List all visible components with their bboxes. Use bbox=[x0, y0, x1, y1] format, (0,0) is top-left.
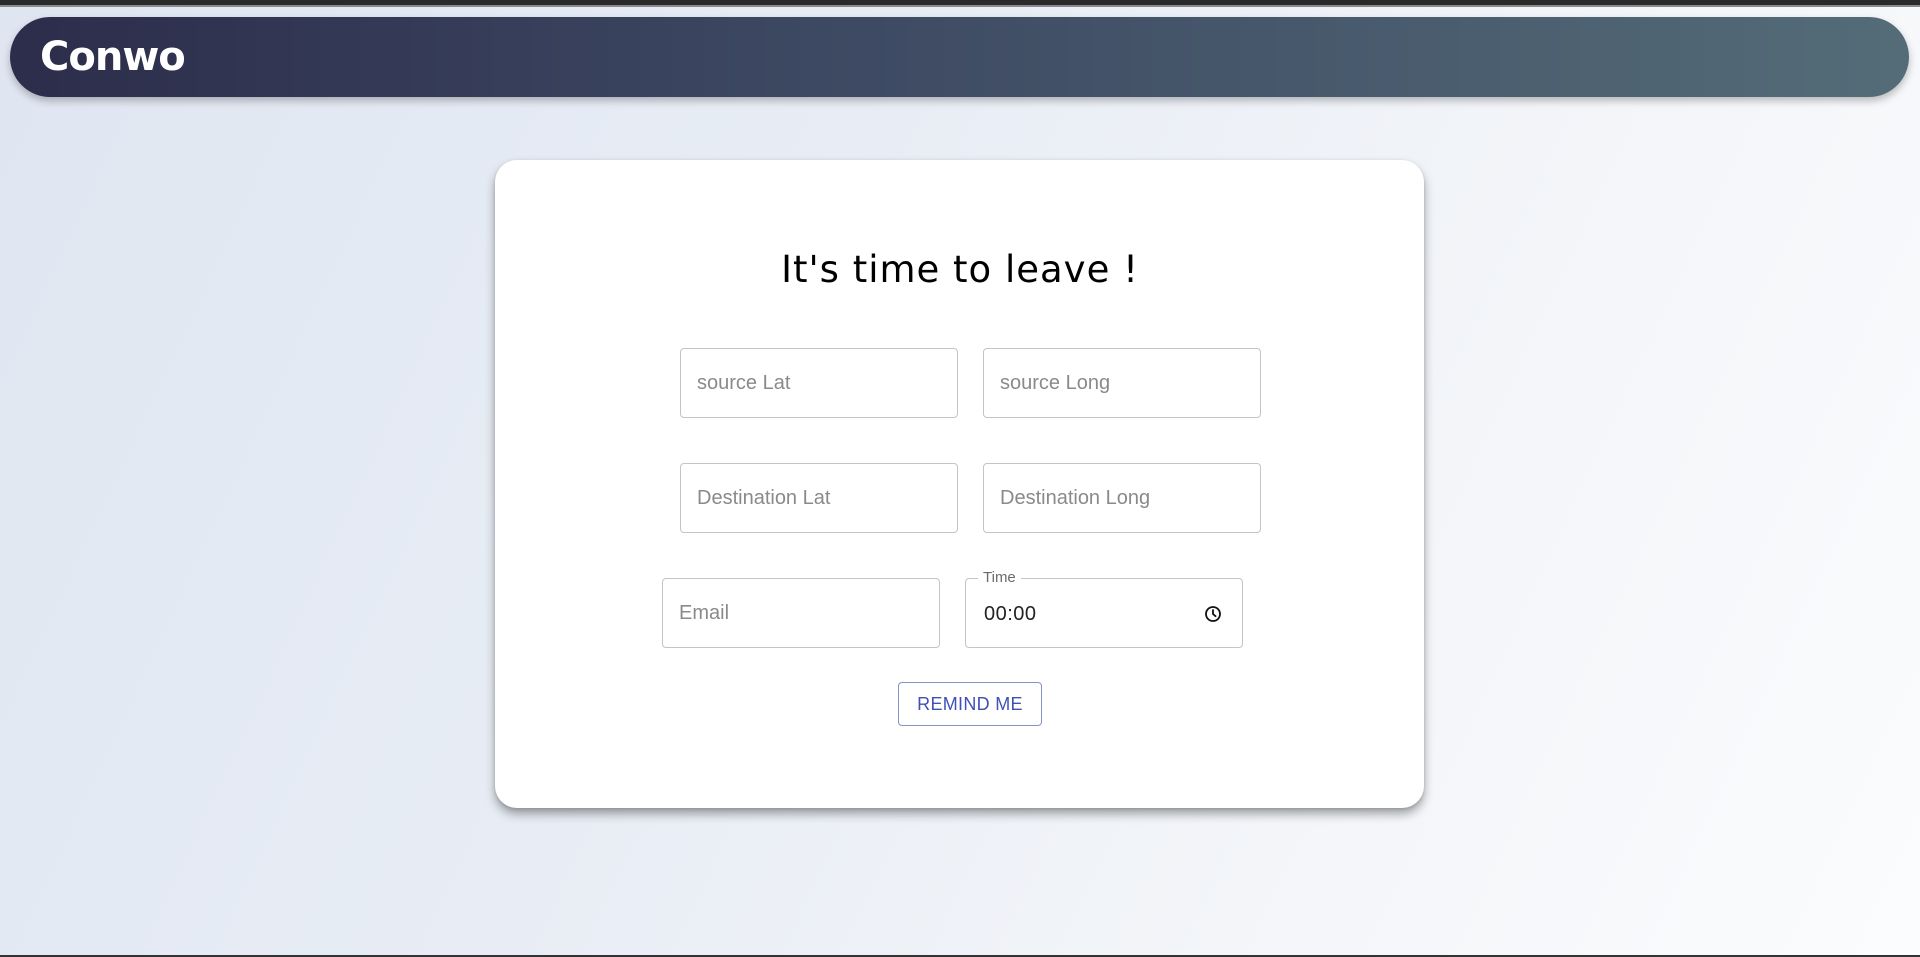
source-long-input[interactable] bbox=[984, 349, 1260, 417]
clock-icon[interactable] bbox=[1204, 605, 1222, 623]
destination-lat-input[interactable] bbox=[681, 464, 957, 532]
brand-logo-text[interactable]: Conwo bbox=[40, 17, 186, 97]
time-value[interactable]: 00:00 bbox=[984, 579, 1037, 649]
window-top-border bbox=[0, 0, 1920, 7]
app-bar: Conwo bbox=[10, 17, 1909, 97]
email-input[interactable] bbox=[663, 579, 939, 647]
email-field[interactable] bbox=[662, 578, 940, 648]
destination-long-field[interactable] bbox=[983, 463, 1261, 533]
source-long-field[interactable] bbox=[983, 348, 1261, 418]
source-lat-input[interactable] bbox=[681, 349, 957, 417]
source-lat-field[interactable] bbox=[680, 348, 958, 418]
destination-long-input[interactable] bbox=[984, 464, 1260, 532]
time-field[interactable]: Time 00:00 bbox=[965, 569, 1243, 649]
destination-lat-field[interactable] bbox=[680, 463, 958, 533]
remind-me-button[interactable]: REMIND ME bbox=[898, 682, 1042, 726]
form-title: It's time to leave ! bbox=[781, 248, 1139, 291]
